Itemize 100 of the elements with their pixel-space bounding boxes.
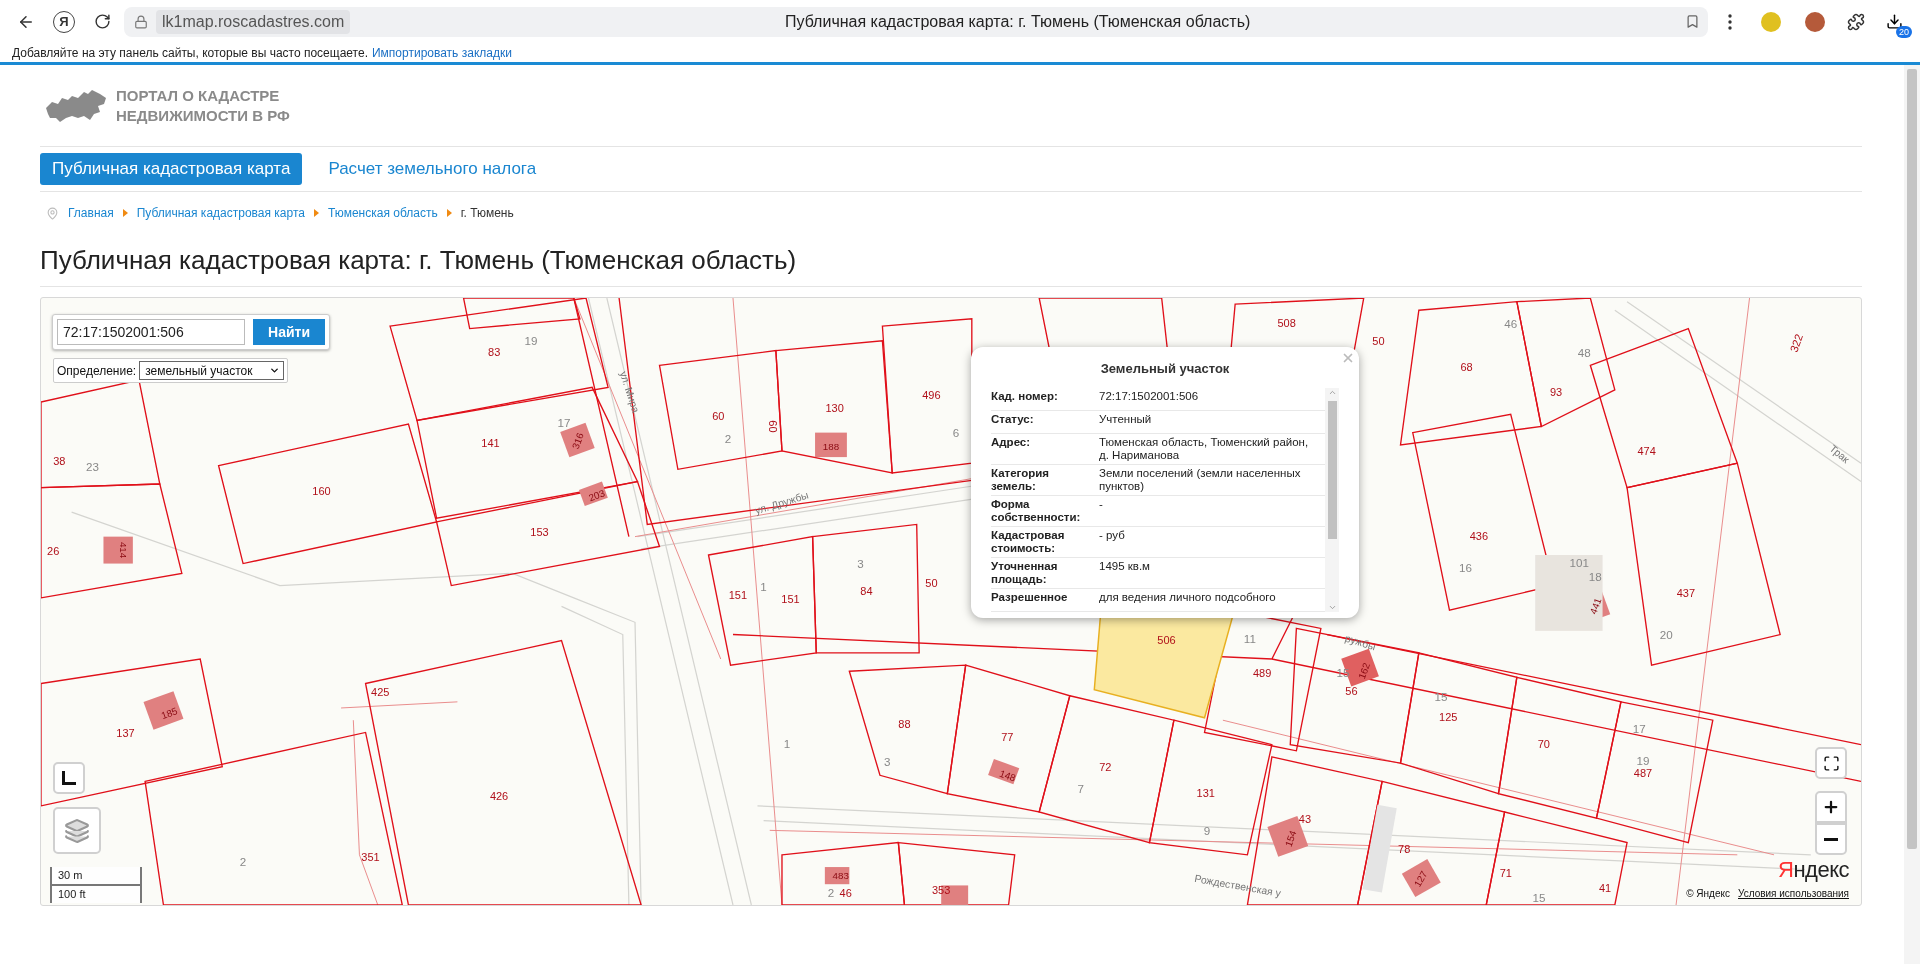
parcel-number: 130 [825, 402, 844, 415]
nav-tab[interactable]: Публичная кадастровая карта [40, 153, 303, 185]
parcel-number: 125 [1439, 710, 1458, 723]
layers-icon [64, 817, 90, 844]
building-number: 185 [159, 705, 179, 722]
building-shape [103, 536, 133, 564]
field-label: Статус: [991, 413, 1035, 426]
parcel-number: 160 [312, 485, 331, 498]
block-number: 15 [1336, 665, 1350, 679]
fullscreen-button[interactable] [1815, 747, 1847, 779]
parcel-number: 70 [1537, 737, 1550, 750]
block-number: 101 [1569, 555, 1589, 569]
extension-icon[interactable] [1805, 11, 1825, 32]
field-value: для ведения личного подсобного [1099, 591, 1277, 604]
parcel-number: 141 [481, 436, 500, 449]
popup-title: Земельный участок [1099, 360, 1231, 378]
breadcrumb-link[interactable]: Главная [68, 206, 114, 220]
object-type-select[interactable]: земельный участок [139, 361, 284, 380]
breadcrumb-link[interactable]: Публичная кадастровая карта [136, 206, 305, 220]
parcel-number: 425 [371, 686, 390, 699]
field-value: 72:17:1502001:506 [1099, 390, 1200, 403]
parcel-number: 71 [1499, 867, 1512, 880]
russia-map-icon [44, 87, 108, 124]
scroll-down-icon[interactable] [1327, 603, 1337, 612]
bookmark-icon[interactable] [1685, 14, 1700, 29]
field-label: Разрешенное [991, 591, 1069, 604]
field-label: Кадастровая стоимость: [991, 529, 1066, 555]
parcel-number: 77 [1001, 731, 1014, 744]
menu-icon [1728, 13, 1732, 30]
block-number: 23 [85, 460, 99, 474]
caret-icon [268, 365, 280, 376]
parcel-number: 60 [767, 420, 780, 433]
cadastral-map[interactable] [40, 297, 1862, 906]
portal-logo-text: ПОРТАЛ О КАДАСТРЕ [116, 85, 281, 106]
parcel-number: 151 [728, 589, 748, 602]
block-number: 15 [1532, 890, 1546, 904]
parcel-number: 41 [1598, 882, 1612, 894]
building-number: 148 [998, 767, 1018, 784]
parcel-number: 496 [922, 388, 941, 401]
ruler-icon [61, 770, 77, 786]
building-shape [824, 867, 850, 885]
ruler-button[interactable] [53, 762, 85, 794]
block-number: 48 [1577, 346, 1591, 360]
popup-scrollbar[interactable] [1325, 388, 1339, 612]
parcel-number: 78 [1398, 842, 1411, 855]
parcel-number: 436 [1469, 529, 1489, 542]
parcel-number: 474 [1637, 445, 1656, 458]
address-bar[interactable]: lk1map.roscadastres.com Публичная кадастровая карта: г. Тюмень (Тюменская область) [124, 6, 1708, 37]
layers-button[interactable] [53, 807, 101, 854]
find-button[interactable]: Найти [253, 319, 325, 345]
street-name: ул. Мира [617, 369, 642, 415]
parcel-number: 508 [1277, 316, 1296, 329]
nav-tab[interactable]: Расчет земельного налога [316, 153, 549, 185]
parcel-number: 489 [1252, 666, 1272, 679]
building-number: 316 [569, 431, 586, 451]
page-scrollbar[interactable] [1904, 65, 1920, 964]
block-number: 17 [1632, 722, 1646, 736]
field-label: Категория земель: [991, 467, 1051, 493]
parcel-number: 68 [1460, 360, 1473, 373]
parcel-number: 60 [712, 409, 725, 422]
breadcrumb-arrow-icon [446, 209, 452, 217]
building-number: 162 [1356, 661, 1373, 681]
block-number: 2 [827, 886, 835, 900]
cadastral-number-input[interactable]: 72:17:1502001:506 [57, 319, 245, 345]
portal-logo-text: НЕДВИЖИМОСТИ В РФ [116, 105, 290, 126]
import-bookmarks-link[interactable]: Импортировать закладки [371, 45, 512, 60]
parcel-number: 506 [1157, 633, 1176, 646]
scroll-up-icon[interactable] [1327, 388, 1337, 397]
parcel-number: 38 [53, 454, 66, 467]
parcel-number: 151 [781, 593, 800, 606]
block-number: 7 [1077, 782, 1085, 796]
breadcrumb-link[interactable]: Тюменская область [327, 206, 438, 220]
lock-icon [134, 14, 148, 29]
block-number: 2 [239, 855, 247, 869]
block-number: 46 [1504, 317, 1518, 330]
block-number: 19 [524, 334, 538, 348]
terms-link[interactable]: Условия использования [1738, 888, 1849, 899]
field-label: Форма собственности: [991, 498, 1082, 524]
building-number: 414 [118, 541, 130, 559]
map-provider-logo: Яндекс [1778, 857, 1849, 883]
parcel-number: 50 [925, 577, 938, 590]
download-count: 20 [1896, 25, 1912, 38]
parcel-number: 72 [1099, 760, 1112, 773]
block-number: 6 [952, 425, 960, 439]
field-value: 1495 кв.м [1099, 560, 1152, 573]
scale-label: 30 m [58, 869, 83, 881]
parcel-number: 426 [489, 790, 509, 803]
block-number: 16 [1458, 560, 1472, 574]
plus-icon [1822, 798, 1840, 816]
parcel-number: 88 [898, 718, 911, 730]
breadcrumb-arrow-icon [122, 209, 128, 217]
zoom-out-button[interactable] [1815, 823, 1847, 855]
parcel-number: 353 [932, 884, 951, 897]
breadcrumb-arrow-icon [313, 209, 319, 217]
parcel-number: 137 [116, 726, 135, 739]
downloads-button[interactable]: 20 [1878, 5, 1910, 38]
page-heading: Публичная кадастровая карта: г. Тюмень (Тюменская область) [40, 234, 1862, 287]
selected-parcel[interactable] [1093, 615, 1234, 719]
field-label: Адрес: [991, 436, 1032, 449]
zoom-in-button[interactable] [1815, 791, 1847, 823]
